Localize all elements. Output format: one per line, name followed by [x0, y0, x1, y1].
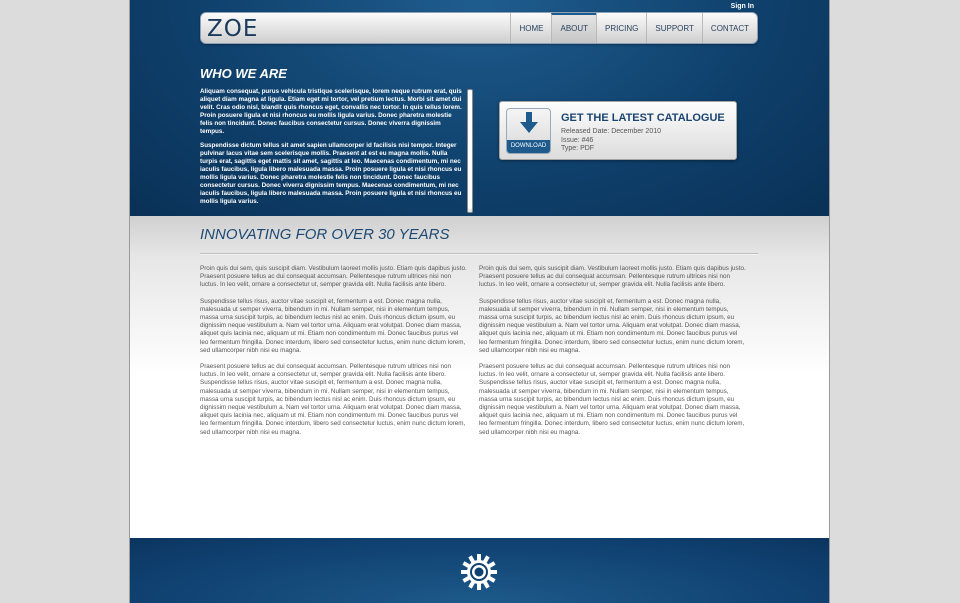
content-column-left: Proin quis dui sem, quis suscipit diam. …	[200, 265, 468, 445]
who-paragraph: Aliquam consequat, purus vehicula tristi…	[200, 88, 462, 135]
scrollbar-thumb[interactable]	[468, 90, 472, 209]
who-we-are-heading: WHO WE ARE	[200, 66, 287, 81]
who-scrollbar[interactable]	[467, 89, 473, 213]
who-paragraph: Suspendisse dictum tellus sit amet sapie…	[200, 142, 462, 205]
download-arrow-icon	[520, 112, 538, 133]
column-paragraph: Praesent posuere tellus ac dui consequat…	[479, 363, 745, 436]
nav-pricing[interactable]: PRICING	[596, 13, 646, 43]
content-section: INNOVATING FOR OVER 30 YEARS Proin quis …	[130, 216, 829, 538]
footer	[130, 538, 829, 603]
navbar: ZOE HOME ABOUT PRICING SUPPORT CONTACT	[200, 12, 758, 44]
column-paragraph: Proin quis dui sem, quis suscipit diam. …	[200, 265, 467, 289]
column-paragraph: Proin quis dui sem, quis suscipit diam. …	[479, 265, 746, 289]
catalogue-issue: Issue: #46	[561, 136, 594, 144]
nav-about[interactable]: ABOUT	[551, 13, 597, 43]
column-paragraph: Suspendisse tellus risus, auctor vitae s…	[200, 297, 466, 354]
column-paragraph: Suspendisse tellus risus, auctor vitae s…	[479, 297, 745, 354]
catalogue-title: GET THE LATEST CATALOGUE	[561, 112, 725, 124]
signin-link[interactable]: Sign In	[731, 3, 754, 10]
nav-support[interactable]: SUPPORT	[646, 13, 702, 43]
who-we-are-text: Aliquam consequat, purus vehicula tristi…	[200, 88, 462, 212]
catalogue-type: Type: PDF	[561, 145, 595, 152]
divider	[200, 253, 758, 255]
catalogue-meta: Released Date: December 2010 Issue: #46 …	[561, 128, 661, 154]
page: Sign In ZOE HOME ABOUT PRICING SUPPORT C…	[130, 0, 829, 603]
left-background	[0, 0, 130, 603]
nav-contact[interactable]: CONTACT	[701, 13, 757, 43]
gear-icon[interactable]	[461, 554, 497, 590]
column-paragraph: Praesent posuere tellus ac dui consequat…	[200, 363, 466, 436]
innovating-heading: INNOVATING FOR OVER 30 YEARS	[200, 226, 450, 243]
right-background	[829, 0, 960, 603]
catalogue-card: DOWNLOAD GET THE LATEST CATALOGUE Releas…	[499, 101, 737, 160]
download-label: DOWNLOAD	[507, 140, 550, 153]
nav-home[interactable]: HOME	[510, 13, 551, 43]
content-column-right: Proin quis dui sem, quis suscipit diam. …	[479, 265, 747, 445]
main-nav: HOME ABOUT PRICING SUPPORT CONTACT	[510, 13, 757, 43]
logo[interactable]: ZOE	[207, 16, 258, 42]
download-button[interactable]: DOWNLOAD	[506, 108, 551, 154]
hero-section: Sign In ZOE HOME ABOUT PRICING SUPPORT C…	[130, 0, 829, 216]
catalogue-release: Released Date: December 2010	[561, 128, 662, 135]
